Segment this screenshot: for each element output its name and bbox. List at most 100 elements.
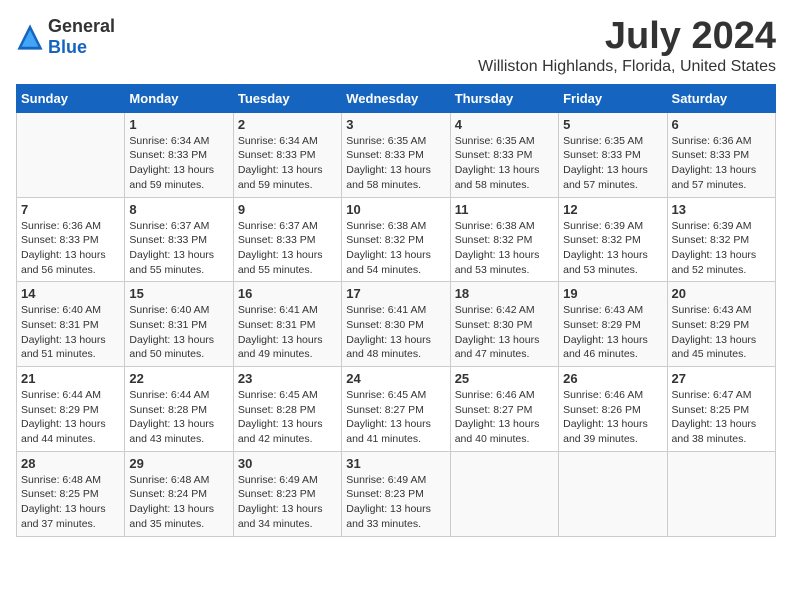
day-number: 27 [672,371,771,386]
header-cell-saturday: Saturday [667,84,775,112]
day-number: 12 [563,202,662,217]
calendar-cell [559,451,667,536]
logo-general: General [48,16,115,36]
day-detail: Sunrise: 6:46 AM Sunset: 8:26 PM Dayligh… [563,388,662,447]
header-cell-wednesday: Wednesday [342,84,450,112]
day-detail: Sunrise: 6:43 AM Sunset: 8:29 PM Dayligh… [672,303,771,362]
day-number: 23 [238,371,337,386]
calendar-cell: 1 Sunrise: 6:34 AM Sunset: 8:33 PM Daylig… [125,112,233,197]
week-row-1: 7 Sunrise: 6:36 AM Sunset: 8:33 PM Daylig… [17,197,776,282]
calendar-cell: 29Sunrise: 6:48 AM Sunset: 8:24 PM Dayli… [125,451,233,536]
day-number: 24 [346,371,445,386]
title-block: July 2024 Williston Highlands, Florida, … [478,16,776,76]
week-row-4: 28 Sunrise: 6:48 AM Sunset: 8:25 PM Dayli… [17,451,776,536]
calendar-cell: 7 Sunrise: 6:36 AM Sunset: 8:33 PM Daylig… [17,197,125,282]
calendar-cell: 3 Sunrise: 6:35 AM Sunset: 8:33 PM Daylig… [342,112,450,197]
day-number: 18 [455,286,554,301]
day-number: 22 [129,371,228,386]
header-cell-thursday: Thursday [450,84,558,112]
header-row: SundayMondayTuesdayWednesdayThursdayFrid… [17,84,776,112]
calendar-cell [17,112,125,197]
day-number: 2 [238,117,337,132]
day-detail: Sunrise: 6:44 AM Sunset: 8:28 PM Dayligh… [129,388,228,447]
calendar-cell [667,451,775,536]
day-detail: Sunrise: 6:35 AM Sunset: 8:33 PM Dayligh… [346,134,445,193]
day-detail: Sunrise: 6:34 AM Sunset: 8:33 PM Dayligh… [129,134,228,193]
header-cell-sunday: Sunday [17,84,125,112]
calendar-cell: 4Sunrise: 6:35 AM Sunset: 8:33 PM Daylig… [450,112,558,197]
logo-text: General Blue [48,16,115,58]
day-detail: Sunrise: 6:45 AM Sunset: 8:27 PM Dayligh… [346,388,445,447]
day-number: 14 [21,286,120,301]
subtitle: Williston Highlands, Florida, United Sta… [478,58,776,76]
day-number: 5 [563,117,662,132]
calendar-cell: 9Sunrise: 6:37 AM Sunset: 8:33 PM Daylig… [233,197,341,282]
calendar-cell: 15Sunrise: 6:40 AM Sunset: 8:31 PM Dayli… [125,282,233,367]
day-detail: Sunrise: 6:36 AM Sunset: 8:33 PM Dayligh… [21,219,120,278]
calendar-cell: 20 Sunrise: 6:43 AM Sunset: 8:29 PM Dayli… [667,282,775,367]
calendar-cell: 31 Sunrise: 6:49 AM Sunset: 8:23 PM Dayli… [342,451,450,536]
day-detail: Sunrise: 6:40 AM Sunset: 8:31 PM Dayligh… [21,303,120,362]
day-detail: Sunrise: 6:49 AM Sunset: 8:23 PM Dayligh… [238,473,337,532]
calendar-cell: 13Sunrise: 6:39 AM Sunset: 8:32 PM Dayli… [667,197,775,282]
day-number: 31 [346,456,445,471]
calendar-cell: 23 Sunrise: 6:45 AM Sunset: 8:28 PM Dayli… [233,367,341,452]
day-number: 30 [238,456,337,471]
day-detail: Sunrise: 6:39 AM Sunset: 8:32 PM Dayligh… [563,219,662,278]
day-detail: Sunrise: 6:37 AM Sunset: 8:33 PM Dayligh… [238,219,337,278]
logo-icon [16,23,44,51]
day-number: 26 [563,371,662,386]
page-header: General Blue July 2024 Williston Highlan… [16,16,776,76]
day-detail: Sunrise: 6:37 AM Sunset: 8:33 PM Dayligh… [129,219,228,278]
week-row-3: 21 Sunrise: 6:44 AM Sunset: 8:29 PM Dayli… [17,367,776,452]
day-detail: Sunrise: 6:43 AM Sunset: 8:29 PM Dayligh… [563,303,662,362]
calendar-cell: 17Sunrise: 6:41 AM Sunset: 8:30 PM Dayli… [342,282,450,367]
calendar-table: SundayMondayTuesdayWednesdayThursdayFrid… [16,84,776,537]
day-number: 19 [563,286,662,301]
day-detail: Sunrise: 6:48 AM Sunset: 8:25 PM Dayligh… [21,473,120,532]
day-detail: Sunrise: 6:45 AM Sunset: 8:28 PM Dayligh… [238,388,337,447]
day-detail: Sunrise: 6:49 AM Sunset: 8:23 PM Dayligh… [346,473,445,532]
day-detail: Sunrise: 6:34 AM Sunset: 8:33 PM Dayligh… [238,134,337,193]
day-detail: Sunrise: 6:38 AM Sunset: 8:32 PM Dayligh… [455,219,554,278]
day-number: 21 [21,371,120,386]
header-cell-tuesday: Tuesday [233,84,341,112]
calendar-cell: 26 Sunrise: 6:46 AM Sunset: 8:26 PM Dayli… [559,367,667,452]
calendar-cell: 24 Sunrise: 6:45 AM Sunset: 8:27 PM Dayli… [342,367,450,452]
day-number: 3 [346,117,445,132]
calendar-cell: 6Sunrise: 6:36 AM Sunset: 8:33 PM Daylig… [667,112,775,197]
day-number: 16 [238,286,337,301]
calendar-cell [450,451,558,536]
day-detail: Sunrise: 6:36 AM Sunset: 8:33 PM Dayligh… [672,134,771,193]
day-number: 15 [129,286,228,301]
day-number: 13 [672,202,771,217]
main-title: July 2024 [478,16,776,58]
day-detail: Sunrise: 6:46 AM Sunset: 8:27 PM Dayligh… [455,388,554,447]
calendar-cell: 21 Sunrise: 6:44 AM Sunset: 8:29 PM Dayli… [17,367,125,452]
calendar-cell: 30 Sunrise: 6:49 AM Sunset: 8:23 PM Dayli… [233,451,341,536]
header-cell-monday: Monday [125,84,233,112]
calendar-cell: 19 Sunrise: 6:43 AM Sunset: 8:29 PM Dayli… [559,282,667,367]
day-detail: Sunrise: 6:41 AM Sunset: 8:31 PM Dayligh… [238,303,337,362]
day-number: 20 [672,286,771,301]
day-detail: Sunrise: 6:44 AM Sunset: 8:29 PM Dayligh… [21,388,120,447]
calendar-cell: 18 Sunrise: 6:42 AM Sunset: 8:30 PM Dayli… [450,282,558,367]
day-detail: Sunrise: 6:35 AM Sunset: 8:33 PM Dayligh… [455,134,554,193]
day-detail: Sunrise: 6:35 AM Sunset: 8:33 PM Dayligh… [563,134,662,193]
calendar-cell: 16 Sunrise: 6:41 AM Sunset: 8:31 PM Dayli… [233,282,341,367]
day-detail: Sunrise: 6:38 AM Sunset: 8:32 PM Dayligh… [346,219,445,278]
day-number: 7 [21,202,120,217]
day-detail: Sunrise: 6:41 AM Sunset: 8:30 PM Dayligh… [346,303,445,362]
calendar-cell: 5 Sunrise: 6:35 AM Sunset: 8:33 PM Daylig… [559,112,667,197]
day-number: 25 [455,371,554,386]
calendar-cell: 27Sunrise: 6:47 AM Sunset: 8:25 PM Dayli… [667,367,775,452]
day-number: 1 [129,117,228,132]
day-detail: Sunrise: 6:42 AM Sunset: 8:30 PM Dayligh… [455,303,554,362]
calendar-cell: 10Sunrise: 6:38 AM Sunset: 8:32 PM Dayli… [342,197,450,282]
calendar-cell: 8Sunrise: 6:37 AM Sunset: 8:33 PM Daylig… [125,197,233,282]
calendar-cell: 22 Sunrise: 6:44 AM Sunset: 8:28 PM Dayli… [125,367,233,452]
logo: General Blue [16,16,115,58]
day-number: 28 [21,456,120,471]
calendar-cell: 11Sunrise: 6:38 AM Sunset: 8:32 PM Dayli… [450,197,558,282]
header-cell-friday: Friday [559,84,667,112]
